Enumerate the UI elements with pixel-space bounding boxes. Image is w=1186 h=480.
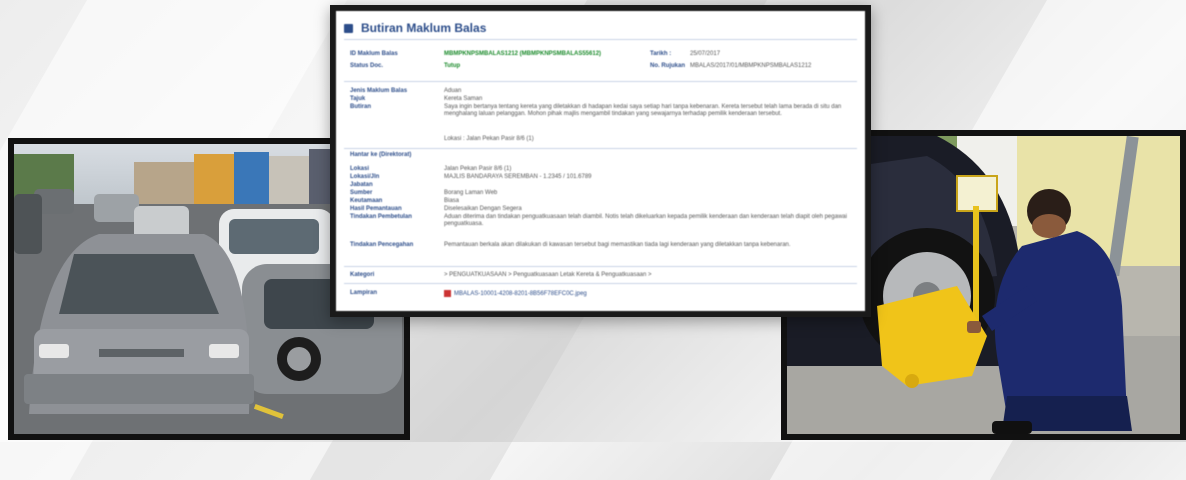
divider <box>344 266 857 267</box>
divider <box>344 148 857 149</box>
divider <box>344 283 857 284</box>
divider <box>344 81 857 82</box>
complaint-detail-document: Butiran Maklum Balas ID Maklum Balas MBM… <box>330 5 871 317</box>
document-title: Butiran Maklum Balas <box>361 21 487 35</box>
divider <box>344 39 857 40</box>
document-icon <box>344 23 353 33</box>
document-header: Butiran Maklum Balas <box>344 21 486 35</box>
file-icon <box>444 290 451 297</box>
attachment-link[interactable]: MBALAS-10001-4208-8201-8B56F78EFC0C.jpeg <box>444 290 855 298</box>
